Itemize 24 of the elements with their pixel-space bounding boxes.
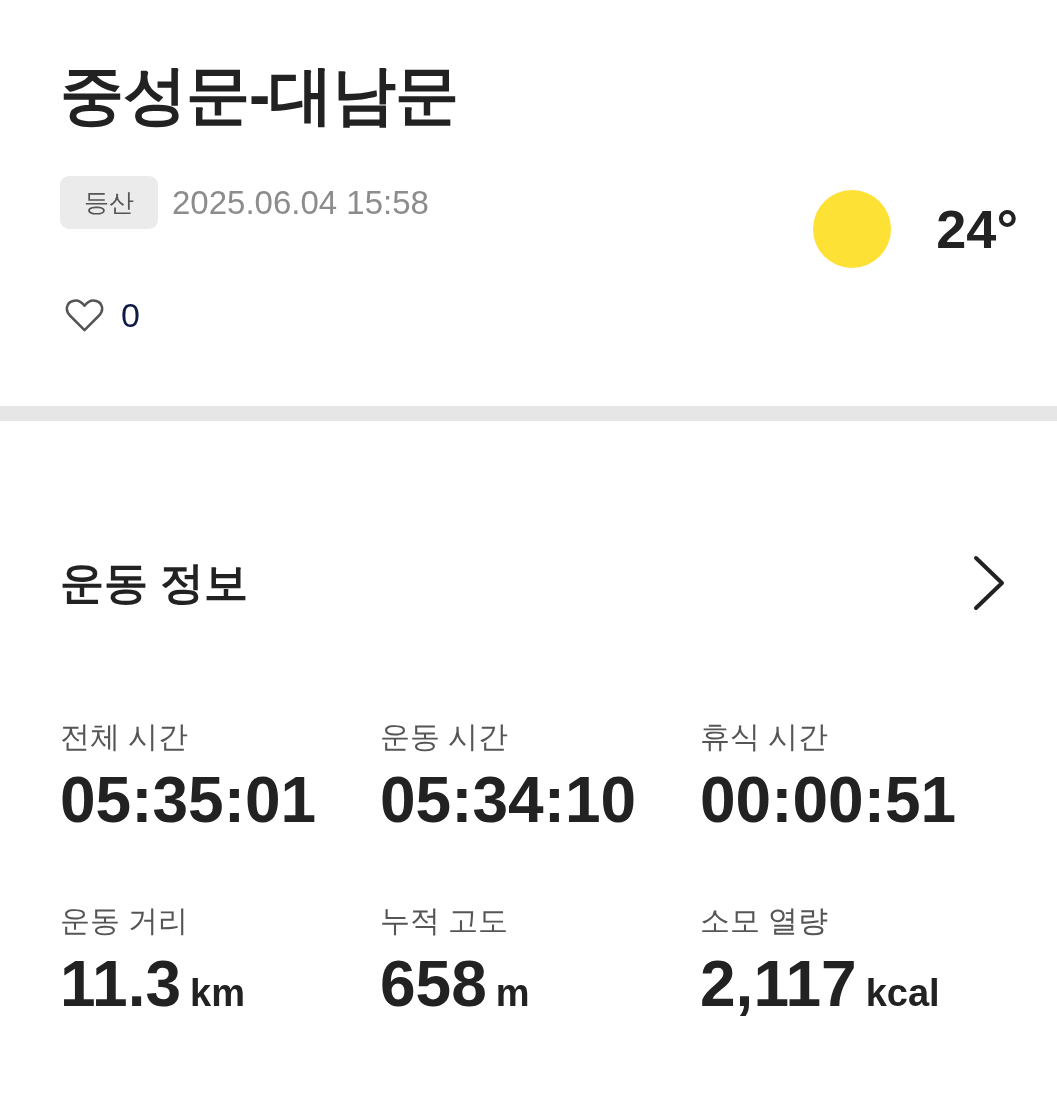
stat-label: 전체 시간 bbox=[60, 719, 190, 755]
stat-value: 05:35:01 bbox=[60, 765, 317, 835]
section-title: 운동 정보 bbox=[60, 557, 249, 609]
stat-value: 2,117 bbox=[700, 949, 857, 1019]
activity-tag: 등산 bbox=[60, 176, 158, 229]
stat-label: 운동 시간 bbox=[380, 719, 510, 755]
sun-icon bbox=[813, 190, 892, 268]
stat-label: 소모 열량 bbox=[700, 903, 830, 939]
stat-label: 운동 거리 bbox=[60, 903, 190, 939]
date-time: 2025.06.04 15:58 bbox=[172, 182, 429, 223]
chevron-right-icon[interactable] bbox=[973, 555, 1005, 611]
stat-label: 누적 고도 bbox=[380, 903, 510, 939]
route-title: 중성문-대남문 bbox=[60, 58, 460, 133]
like-count: 0 bbox=[121, 295, 140, 335]
stat-unit: m bbox=[495, 971, 530, 1015]
heart-icon[interactable] bbox=[65, 297, 104, 333]
stat-unit: km bbox=[190, 971, 245, 1015]
temperature: 24° bbox=[936, 198, 1018, 260]
stat-value: 05:34:10 bbox=[380, 765, 637, 835]
stat-value: 00:00:51 bbox=[700, 765, 957, 835]
stat-value: 11.3 bbox=[60, 949, 182, 1019]
stat-unit: kcal bbox=[865, 971, 940, 1015]
stat-value: 658 bbox=[380, 949, 487, 1019]
stat-label: 휴식 시간 bbox=[700, 719, 830, 755]
